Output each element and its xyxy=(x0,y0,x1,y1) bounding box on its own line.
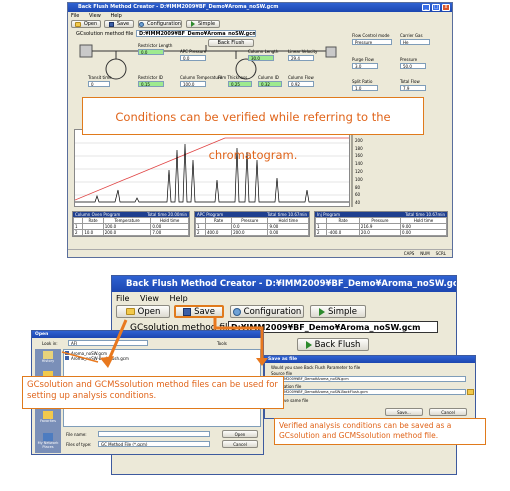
arrow-head-open xyxy=(100,356,114,368)
arrow-save-to-dialog xyxy=(213,317,264,358)
arrow-head-save xyxy=(256,358,268,366)
method-files-callout: GCsolution and GCMSsolution method files… xyxy=(22,376,284,409)
arrow-open-to-dialog xyxy=(106,319,128,363)
arrow-callout-open xyxy=(61,351,99,363)
save-callout: Verified analysis conditions can be save… xyxy=(274,418,486,445)
